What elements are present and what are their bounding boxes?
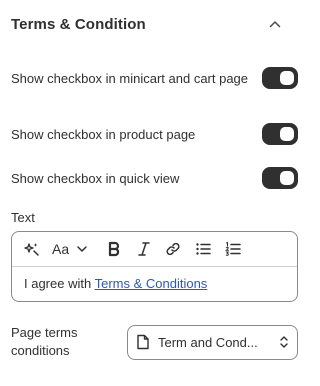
toggle-knob	[280, 171, 294, 185]
magic-button[interactable]	[22, 237, 42, 261]
page-terms-select[interactable]: Term and Cond...	[127, 324, 298, 360]
numbered-list-icon	[225, 241, 241, 256]
terms-link[interactable]: Terms & Conditions	[95, 276, 208, 291]
toggle-label-quick-view: Show checkbox in quick view	[11, 170, 180, 186]
page-terms-row: Page terms conditions Term and Cond...	[11, 324, 298, 360]
toggle-label-minicart: Show checkbox in minicart and cart page	[11, 70, 249, 86]
numbered-list-button[interactable]	[223, 237, 243, 261]
bold-button[interactable]	[103, 237, 125, 261]
italic-icon	[138, 242, 150, 256]
toggle-knob	[280, 127, 294, 141]
editor-content[interactable]: I agree with Terms & Conditions	[12, 267, 297, 291]
section-title: Terms & Condition	[11, 15, 146, 33]
section-header: Terms & Condition	[11, 14, 293, 34]
editor-toolbar: Aa	[12, 232, 297, 267]
toggle-row-product-page: Show checkbox in product page	[11, 123, 298, 145]
toggle-knob	[280, 71, 294, 85]
bullet-list-button[interactable]	[193, 237, 213, 261]
toggle-row-quick-view: Show checkbox in quick view	[11, 167, 298, 189]
italic-button[interactable]	[135, 237, 153, 261]
editor-text: I agree with	[24, 276, 95, 291]
collapse-button[interactable]	[266, 15, 284, 33]
magic-icon	[24, 243, 39, 256]
bullet-list-icon	[196, 243, 211, 255]
page-terms-label: Page terms conditions	[11, 325, 78, 358]
toggle-minicart[interactable]	[262, 67, 298, 89]
text-field-label: Text	[11, 210, 35, 225]
font-size-icon: Aa	[52, 241, 70, 257]
terms-settings-panel: Terms & Condition Show checkbox in minic…	[0, 0, 303, 386]
toggle-row-minicart: Show checkbox in minicart and cart page	[11, 67, 298, 89]
page-terms-selected: Term and Cond...	[158, 334, 258, 350]
link-icon	[166, 242, 180, 256]
page-icon	[137, 334, 149, 350]
link-button[interactable]	[163, 237, 183, 261]
rich-text-editor: Aa I agree with Terms & Conditions	[11, 231, 298, 302]
select-arrows-icon	[280, 336, 288, 348]
toggle-product-page[interactable]	[262, 123, 298, 145]
font-size-button[interactable]: Aa	[52, 237, 93, 261]
chevron-up-icon	[269, 21, 281, 28]
toggle-label-product-page: Show checkbox in product page	[11, 126, 196, 142]
toggle-quick-view[interactable]	[262, 167, 298, 189]
bold-icon	[109, 241, 120, 257]
chevron-down-icon	[77, 246, 87, 252]
